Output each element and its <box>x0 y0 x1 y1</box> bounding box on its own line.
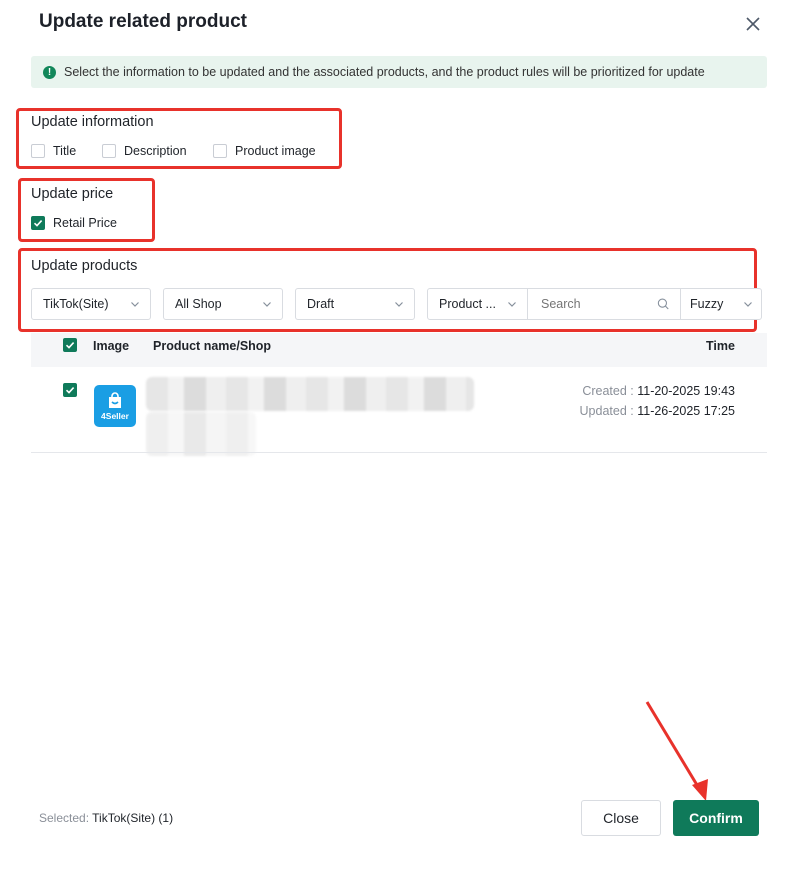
red-arrow-annotation <box>645 701 708 801</box>
shopping-bag-icon <box>109 391 121 408</box>
search-icon[interactable] <box>657 297 670 311</box>
checkbox-description[interactable]: Description <box>102 144 187 158</box>
checkbox-product-image[interactable]: Product image <box>213 144 316 158</box>
update-price-label: Update price <box>31 186 114 202</box>
chevron-down-icon <box>508 302 516 307</box>
row-checkbox[interactable] <box>63 383 77 397</box>
check-icon <box>65 342 75 349</box>
confirm-button[interactable]: Confirm <box>673 800 759 836</box>
checkbox-box[interactable] <box>31 144 45 158</box>
match-mode-value: Fuzzy <box>690 297 724 311</box>
checkbox-label: Retail Price <box>53 216 117 230</box>
checkbox-label: Description <box>124 144 187 158</box>
updated-label: Updated : <box>579 404 634 418</box>
selected-value: TikTok(Site) (1) <box>92 811 174 825</box>
logo-text: 4Seller <box>101 410 129 421</box>
blurred-product-name <box>146 377 474 411</box>
created-label: Created : <box>582 384 634 398</box>
close-button[interactable]: Close <box>581 800 661 836</box>
status-select-value: Draft <box>307 297 335 311</box>
checkbox-box[interactable] <box>213 144 227 158</box>
chevron-down-icon <box>395 302 403 307</box>
platform-select[interactable]: TikTok(Site) <box>31 288 151 320</box>
product-image: 4Seller <box>94 385 136 427</box>
info-alert: ! Select the information to be updated a… <box>31 56 767 88</box>
shop-select-value: All Shop <box>175 297 222 311</box>
alert-text: Select the information to be updated and… <box>64 65 705 79</box>
search-group: Product ... Fuzzy <box>427 288 762 320</box>
search-input[interactable] <box>539 296 658 312</box>
status-select[interactable]: Draft <box>295 288 415 320</box>
checkbox-box[interactable] <box>102 144 116 158</box>
checkbox-box[interactable] <box>31 216 45 230</box>
selected-summary: Selected: TikTok(Site) (1) <box>39 811 173 825</box>
check-icon <box>65 387 75 394</box>
checkbox-retail-price[interactable]: Retail Price <box>31 216 117 230</box>
table-header: Image Product name/Shop Time <box>31 333 767 367</box>
chevron-down-icon <box>263 302 271 307</box>
search-input-wrap <box>528 289 681 319</box>
match-mode-select[interactable]: Fuzzy <box>681 289 761 319</box>
column-header-name: Product name/Shop <box>153 339 272 353</box>
check-icon <box>33 220 43 227</box>
info-icon: ! <box>43 65 56 79</box>
checkbox-title[interactable]: Title <box>31 144 76 158</box>
dialog-title: Update related product <box>39 11 247 32</box>
checkbox-label: Product image <box>235 144 316 158</box>
chevron-down-icon <box>744 302 752 307</box>
platform-select-value: TikTok(Site) <box>43 297 109 311</box>
column-header-time: Time <box>706 339 735 353</box>
row-divider <box>31 452 767 453</box>
blurred-shop-name <box>146 412 256 456</box>
column-header-image: Image <box>93 339 130 353</box>
update-information-label: Update information <box>31 114 154 130</box>
update-products-label: Update products <box>31 258 138 274</box>
select-all-checkbox[interactable] <box>63 338 77 352</box>
close-icon[interactable] <box>742 13 764 35</box>
created-value: 11-20-2025 19:43 <box>637 384 735 398</box>
search-field-value: Product ... <box>439 297 496 311</box>
updated-time: Updated : 11-26-2025 17:25 <box>520 404 735 418</box>
updated-value: 11-26-2025 17:25 <box>637 404 735 418</box>
shop-select[interactable]: All Shop <box>163 288 283 320</box>
search-field-select[interactable]: Product ... <box>428 289 528 319</box>
created-time: Created : 11-20-2025 19:43 <box>520 384 735 398</box>
selected-label: Selected: <box>39 811 90 825</box>
chevron-down-icon <box>131 302 139 307</box>
checkbox-label: Title <box>53 144 77 158</box>
